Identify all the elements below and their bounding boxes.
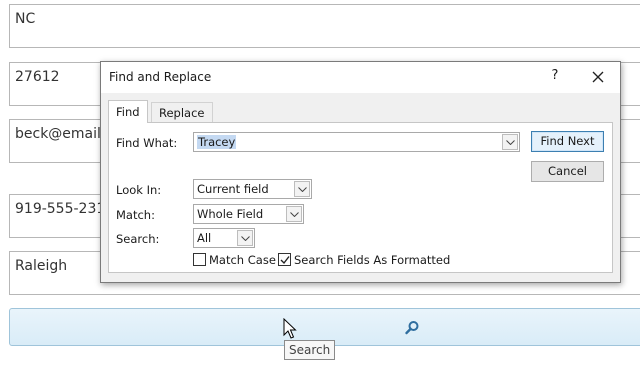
search-icon — [405, 321, 419, 335]
close-icon[interactable] — [587, 66, 609, 88]
chevron-down-icon — [241, 236, 250, 241]
match-dropdown-button[interactable] — [286, 206, 302, 222]
chevron-down-icon — [506, 140, 515, 145]
look-in-select[interactable]: Current field — [193, 179, 312, 199]
match-case-checkbox[interactable] — [193, 253, 206, 266]
match-select[interactable]: Whole Field — [193, 204, 304, 224]
tab-find[interactable]: Find — [108, 100, 148, 123]
checkmark-icon — [280, 256, 290, 265]
help-button[interactable]: ? — [547, 68, 563, 86]
tab-replace[interactable]: Replace — [151, 102, 213, 122]
look-in-label: Look In: — [116, 183, 162, 197]
find-what-input[interactable]: Tracey — [193, 132, 520, 152]
match-case-label: Match Case — [209, 253, 276, 267]
dialog-title: Find and Replace — [109, 70, 212, 84]
look-in-value: Current field — [197, 182, 269, 196]
dialog-titlebar: Find and Replace ? — [101, 62, 620, 93]
find-next-button[interactable]: Find Next — [531, 131, 604, 152]
find-what-dropdown-button[interactable] — [502, 134, 518, 150]
mouse-cursor-icon — [283, 318, 297, 339]
find-replace-dialog: Find and Replace ? Find Replace Find Wha… — [100, 61, 621, 283]
cancel-button[interactable]: Cancel — [531, 161, 604, 182]
search-direction-value: All — [197, 231, 212, 245]
chevron-down-icon — [290, 212, 299, 217]
search-direction-dropdown-button[interactable] — [237, 230, 253, 246]
match-value: Whole Field — [197, 207, 264, 221]
match-label: Match: — [116, 208, 155, 222]
search-direction-label: Search: — [116, 232, 160, 246]
find-what-value: Tracey — [197, 135, 237, 149]
find-what-label: Find What: — [116, 136, 178, 150]
chevron-down-icon — [298, 187, 307, 192]
search-formatted-label: Search Fields As Formatted — [294, 253, 451, 267]
search-tooltip: Search — [284, 340, 336, 360]
search-direction-select[interactable]: All — [193, 228, 255, 248]
state-field[interactable]: NC — [9, 4, 640, 48]
search-formatted-checkbox[interactable] — [278, 253, 291, 266]
look-in-dropdown-button[interactable] — [294, 181, 310, 197]
